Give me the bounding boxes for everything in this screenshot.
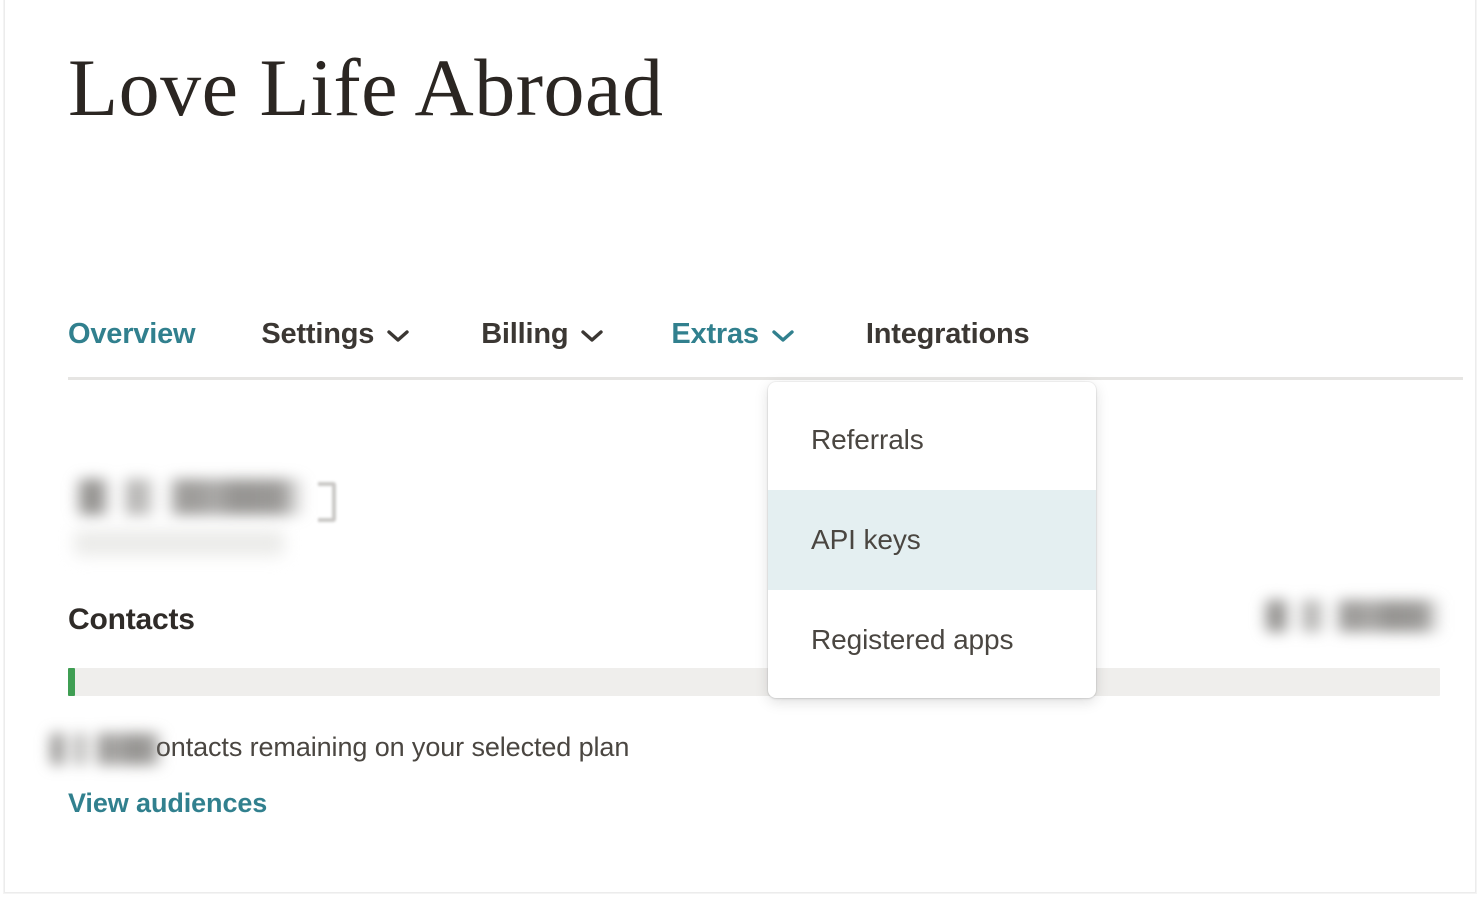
nav-item-overview[interactable]: Overview [68,317,196,351]
dropdown-item-label: API keys [811,524,921,555]
nav-item-label: Extras [671,317,759,350]
nav-item-label: Overview [68,317,196,350]
contacts-progress-fill [68,668,75,696]
nav-item-label: Billing [481,317,569,350]
redacted-plan-name [74,479,326,515]
contacts-progress-bar [68,668,1440,696]
dropdown-item-registered-apps[interactable]: Registered apps [768,590,1096,690]
nav-item-extras[interactable]: Extras [671,317,794,351]
nav-item-integrations[interactable]: Integrations [866,318,1030,351]
contacts-remaining-text: ontacts remaining on your selected plan [155,732,630,762]
view-audiences-link[interactable]: View audiences [68,788,267,819]
redacted-plan-subtext [74,530,284,556]
nav-divider [68,377,1463,380]
nav-item-billing[interactable]: Billing [481,317,604,351]
dropdown-item-label: Registered apps [811,624,1014,655]
redacted-contacts-count [1262,600,1458,632]
chevron-down-icon [772,329,794,343]
nav-item-settings[interactable]: Settings [261,318,409,351]
dropdown-item-referrals[interactable]: Referrals [768,390,1096,490]
dropdown-item-label: Referrals [811,424,924,455]
page-title: Love Life Abroad [68,42,664,133]
nav-item-label: Integrations [865,317,1030,350]
nav-item-label: Settings [261,317,375,350]
app-root: Love Life Abroad Overview Settings Billi… [0,0,1480,897]
extras-dropdown-menu: Referrals API keys Registered apps [768,382,1096,698]
redacted-remaining-number [48,733,174,765]
primary-nav: Overview Settings Billing Extras Integra… [68,308,1030,360]
redacted-plan-bracket [318,482,336,522]
chevron-down-icon [387,329,409,343]
dropdown-item-api-keys[interactable]: API keys [768,490,1096,590]
chevron-down-icon [581,329,604,343]
contacts-heading: Contacts [68,603,195,636]
